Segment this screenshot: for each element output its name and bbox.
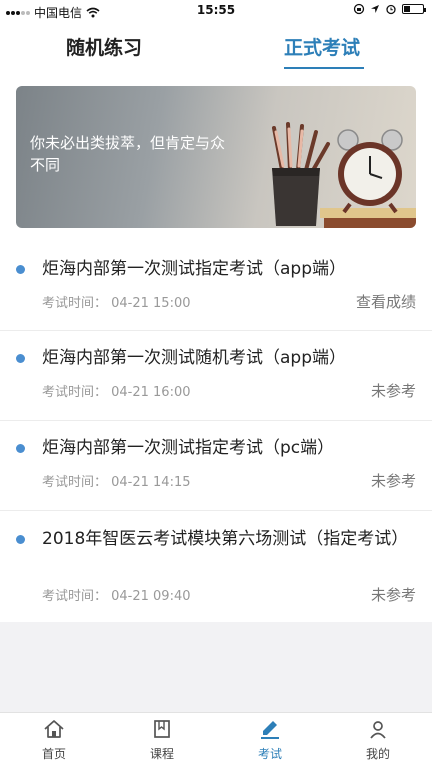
battery-fill: [404, 6, 410, 12]
exam-title: 炬海内部第一次测试随机考试（app端）: [42, 348, 346, 368]
nav-home[interactable]: 首页: [24, 719, 84, 762]
nav-exam[interactable]: 考试: [240, 719, 300, 762]
divider: [0, 510, 432, 511]
alarm-icon: [386, 4, 396, 15]
location-icon: [371, 5, 379, 13]
home-icon: [44, 720, 64, 738]
status-bar: 中国电信 15:55: [0, 0, 432, 22]
rotation-lock-icon: [353, 3, 365, 15]
divider: [0, 330, 432, 331]
nav-course-label: 课程: [149, 747, 174, 761]
exam-screen: 中国电信 15:55 随机练习 正式考试 你未必出类拔萃，但肯定与众不同 炬海内…: [0, 0, 432, 768]
exam-status: 未参考: [370, 382, 416, 400]
nav-home-label: 首页: [41, 747, 66, 761]
pen-icon: [261, 721, 279, 739]
pencil-alarm-clock-illustration: [272, 122, 416, 228]
view-score-link[interactable]: 查看成绩: [356, 291, 416, 312]
exam-time: 考试时间： 04-21 15:00: [42, 296, 191, 311]
exam-time: 考试时间： 04-21 16:00: [42, 385, 191, 400]
banner-text: 你未必出类拔萃，但肯定与众不同: [30, 134, 226, 174]
nav-me[interactable]: 我的: [348, 719, 408, 762]
user-icon: [370, 721, 386, 739]
exam-time: 考试时间： 04-21 14:15: [42, 475, 191, 490]
exam-bullet-dot: [16, 535, 25, 544]
tab-formal-exam[interactable]: 正式考试: [284, 33, 360, 60]
exam-bullet-dot: [16, 354, 25, 363]
exam-time: 考试时间： 04-21 09:40: [42, 589, 191, 604]
motivation-banner[interactable]: 你未必出类拔萃，但肯定与众不同: [16, 86, 416, 228]
nav-course[interactable]: 课程: [132, 719, 192, 762]
divider: [0, 420, 432, 421]
main-content: 你未必出类拔萃，但肯定与众不同 炬海内部第一次测试指定考试（app端） 考试时间…: [0, 74, 432, 622]
exam-bullet-dot: [16, 444, 25, 453]
book-icon: [154, 720, 170, 738]
status-right: [353, 3, 426, 15]
tab-random-practice[interactable]: 随机练习: [66, 33, 142, 60]
bottom-nav: 首页 课程 考试 我的: [0, 712, 432, 768]
exam-title: 炬海内部第一次测试指定考试（app端）: [42, 259, 346, 279]
exam-status: 未参考: [370, 472, 416, 490]
active-tab-indicator: [284, 67, 364, 69]
nav-exam-label: 考试: [257, 747, 282, 761]
exam-status: 未参考: [370, 586, 416, 604]
battery-icon: [402, 4, 426, 14]
exam-title: 2018年智医云考试模块第六场测试（指定考试）: [42, 529, 409, 549]
exam-title: 炬海内部第一次测试指定考试（pc端）: [42, 438, 335, 458]
exam-mode-tabs: 随机练习 正式考试: [0, 22, 432, 74]
exam-bullet-dot: [16, 265, 25, 274]
nav-me-label: 我的: [365, 747, 390, 761]
